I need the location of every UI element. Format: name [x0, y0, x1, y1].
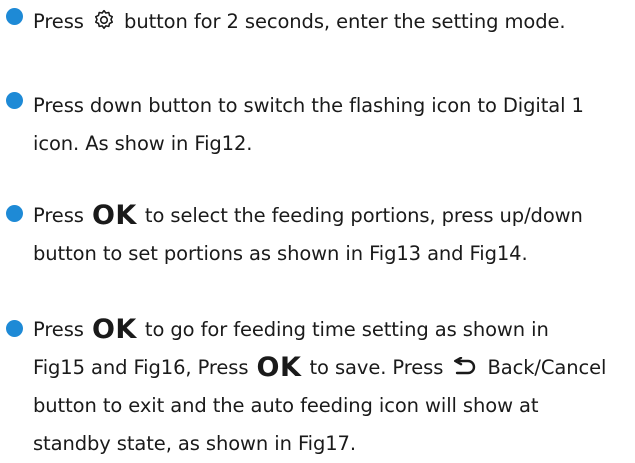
step-3-line-2: button to set portions as shown in Fig13… [33, 242, 528, 265]
bullet-icon [6, 92, 23, 109]
ok-button-symbol: OK [91, 314, 137, 345]
step-2-line-2: icon. As show in Fig12. [33, 132, 253, 155]
ok-button-symbol: OK [256, 352, 302, 383]
step-4-line-4: standby state, as shown in Fig17. [33, 432, 356, 455]
step-4-line-1: Press OK to go for feeding time setting … [33, 311, 635, 349]
gear-icon [93, 6, 115, 44]
step-text: Back/Cancel [487, 356, 607, 379]
step-4-line-2: Fig15 and Fig16, Press OK to save. Press… [33, 349, 635, 387]
step-text: Press [33, 318, 84, 341]
step-text: to select the feeding portions, press up… [144, 204, 583, 227]
back-arrow-icon [452, 352, 478, 390]
step-4-line-3: button to exit and the auto feeding icon… [33, 394, 539, 417]
bullet-icon [6, 320, 23, 337]
step-text: Press [33, 10, 84, 33]
step-text: button for 2 seconds, enter the setting … [124, 10, 566, 33]
step-1-text: Press button for 2 seconds, enter the se… [33, 3, 635, 41]
step-text: Fig15 and Fig16, Press [33, 356, 249, 379]
step-3-text: Press OK to select the feeding portions,… [33, 197, 635, 273]
step-text: to save. Press [309, 356, 444, 379]
step-1-line-1: Press button for 2 seconds, enter the se… [33, 3, 635, 41]
bullet-icon [6, 8, 23, 25]
step-2-line-1: Press down button to switch the flashing… [33, 94, 584, 117]
step-3-line-1: Press OK to select the feeding portions,… [33, 197, 635, 235]
step-2-text: Press down button to switch the flashing… [33, 87, 635, 163]
bullet-icon [6, 205, 23, 222]
ok-button-symbol: OK [91, 200, 137, 231]
step-text: to go for feeding time setting as shown … [144, 318, 549, 341]
step-text: Press [33, 204, 84, 227]
step-4-text: Press OK to go for feeding time setting … [33, 311, 635, 463]
